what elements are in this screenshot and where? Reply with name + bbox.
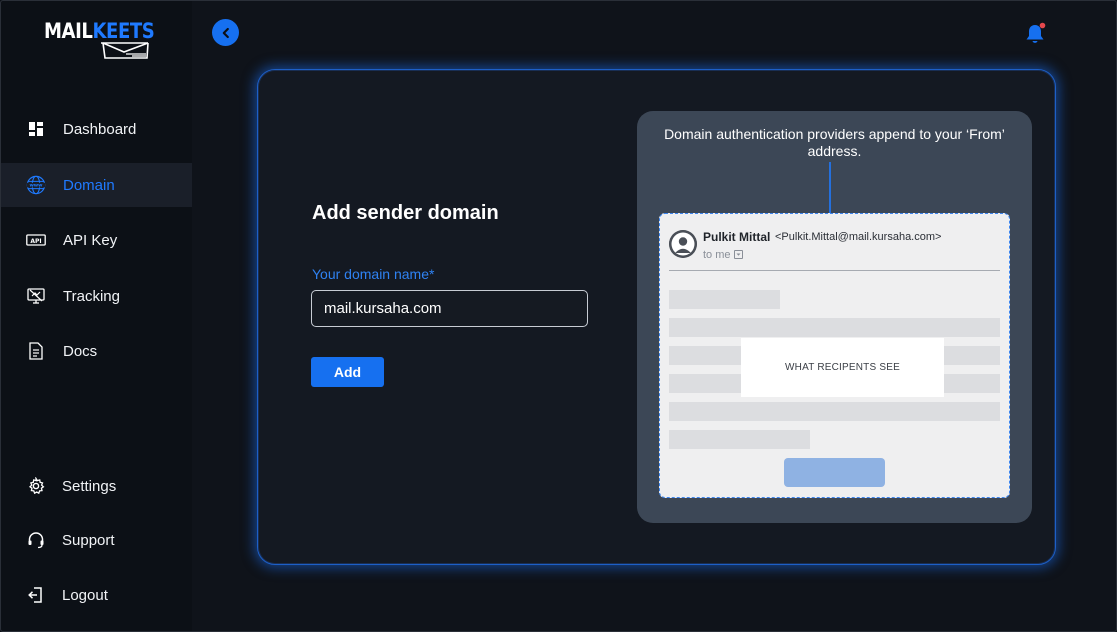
sidebar-item-label: Dashboard bbox=[63, 120, 137, 138]
sidebar-item-tracking[interactable]: Tracking bbox=[0, 274, 192, 318]
sidebar-item-label: API Key bbox=[63, 231, 118, 249]
sidebar-item-dashboard[interactable]: Dashboard bbox=[0, 107, 192, 151]
sidebar-item-api-key[interactable]: API API Key bbox=[0, 218, 192, 262]
document-icon bbox=[26, 341, 46, 361]
headset-icon bbox=[26, 530, 46, 550]
sidebar-item-label: Domain bbox=[63, 176, 115, 194]
sender-name: Pulkit Mittal bbox=[703, 230, 771, 244]
sidebar-item-settings[interactable]: Settings bbox=[0, 464, 192, 508]
sender-email: <Pulkit.Mittal@mail.kursaha.com> bbox=[775, 231, 942, 243]
domain-field-label: Your domain name* bbox=[312, 266, 435, 282]
back-button[interactable] bbox=[212, 19, 239, 46]
globe-www-icon: www bbox=[26, 175, 46, 195]
placeholder-line bbox=[669, 430, 810, 449]
svg-text:www: www bbox=[29, 184, 43, 189]
sidebar-item-label: Logout bbox=[62, 586, 108, 604]
dropdown-caret-icon bbox=[734, 250, 743, 259]
sidebar-item-label: Tracking bbox=[63, 287, 120, 305]
sidebar-item-label: Support bbox=[62, 531, 115, 549]
dashboard-icon bbox=[26, 119, 46, 139]
sidebar-item-support[interactable]: Support bbox=[0, 518, 192, 562]
add-button[interactable]: Add bbox=[311, 357, 384, 387]
sidebar-item-logout[interactable]: Logout bbox=[0, 573, 192, 617]
notification-dot bbox=[1039, 22, 1046, 29]
sidebar-item-docs[interactable]: Docs bbox=[0, 329, 192, 373]
sidebar-item-label: Settings bbox=[62, 477, 117, 495]
svg-text:API: API bbox=[30, 238, 41, 245]
placeholder-line bbox=[669, 318, 1000, 337]
placeholder-line bbox=[669, 290, 780, 309]
placeholder-line bbox=[669, 402, 1000, 421]
chevron-left-icon bbox=[222, 27, 229, 38]
sidebar-item-label: Docs bbox=[63, 342, 98, 360]
page-title: Add sender domain bbox=[312, 202, 499, 224]
gear-icon bbox=[26, 476, 46, 496]
sidebar: MAILKEETS Dashboard www Domain API API K… bbox=[0, 0, 192, 632]
placeholder-button bbox=[784, 458, 885, 487]
domain-input[interactable] bbox=[311, 290, 588, 327]
sidebar-item-domain[interactable]: www Domain bbox=[0, 163, 192, 207]
avatar bbox=[669, 230, 697, 258]
tracking-icon bbox=[26, 286, 46, 306]
preview-caption: Domain authentication providers append t… bbox=[664, 126, 1005, 159]
api-key-icon: API bbox=[26, 230, 46, 250]
envelope-logo-icon bbox=[101, 42, 149, 59]
recipient-line: to me bbox=[703, 249, 731, 261]
logout-icon bbox=[26, 585, 46, 605]
recipients-see-overlay: WHAT RECIPENTS SEE bbox=[741, 338, 944, 397]
email-header-divider bbox=[669, 270, 1000, 271]
bell-icon[interactable] bbox=[1024, 22, 1046, 46]
mailkeets-logo[interactable]: MAILKEETS bbox=[44, 18, 155, 64]
